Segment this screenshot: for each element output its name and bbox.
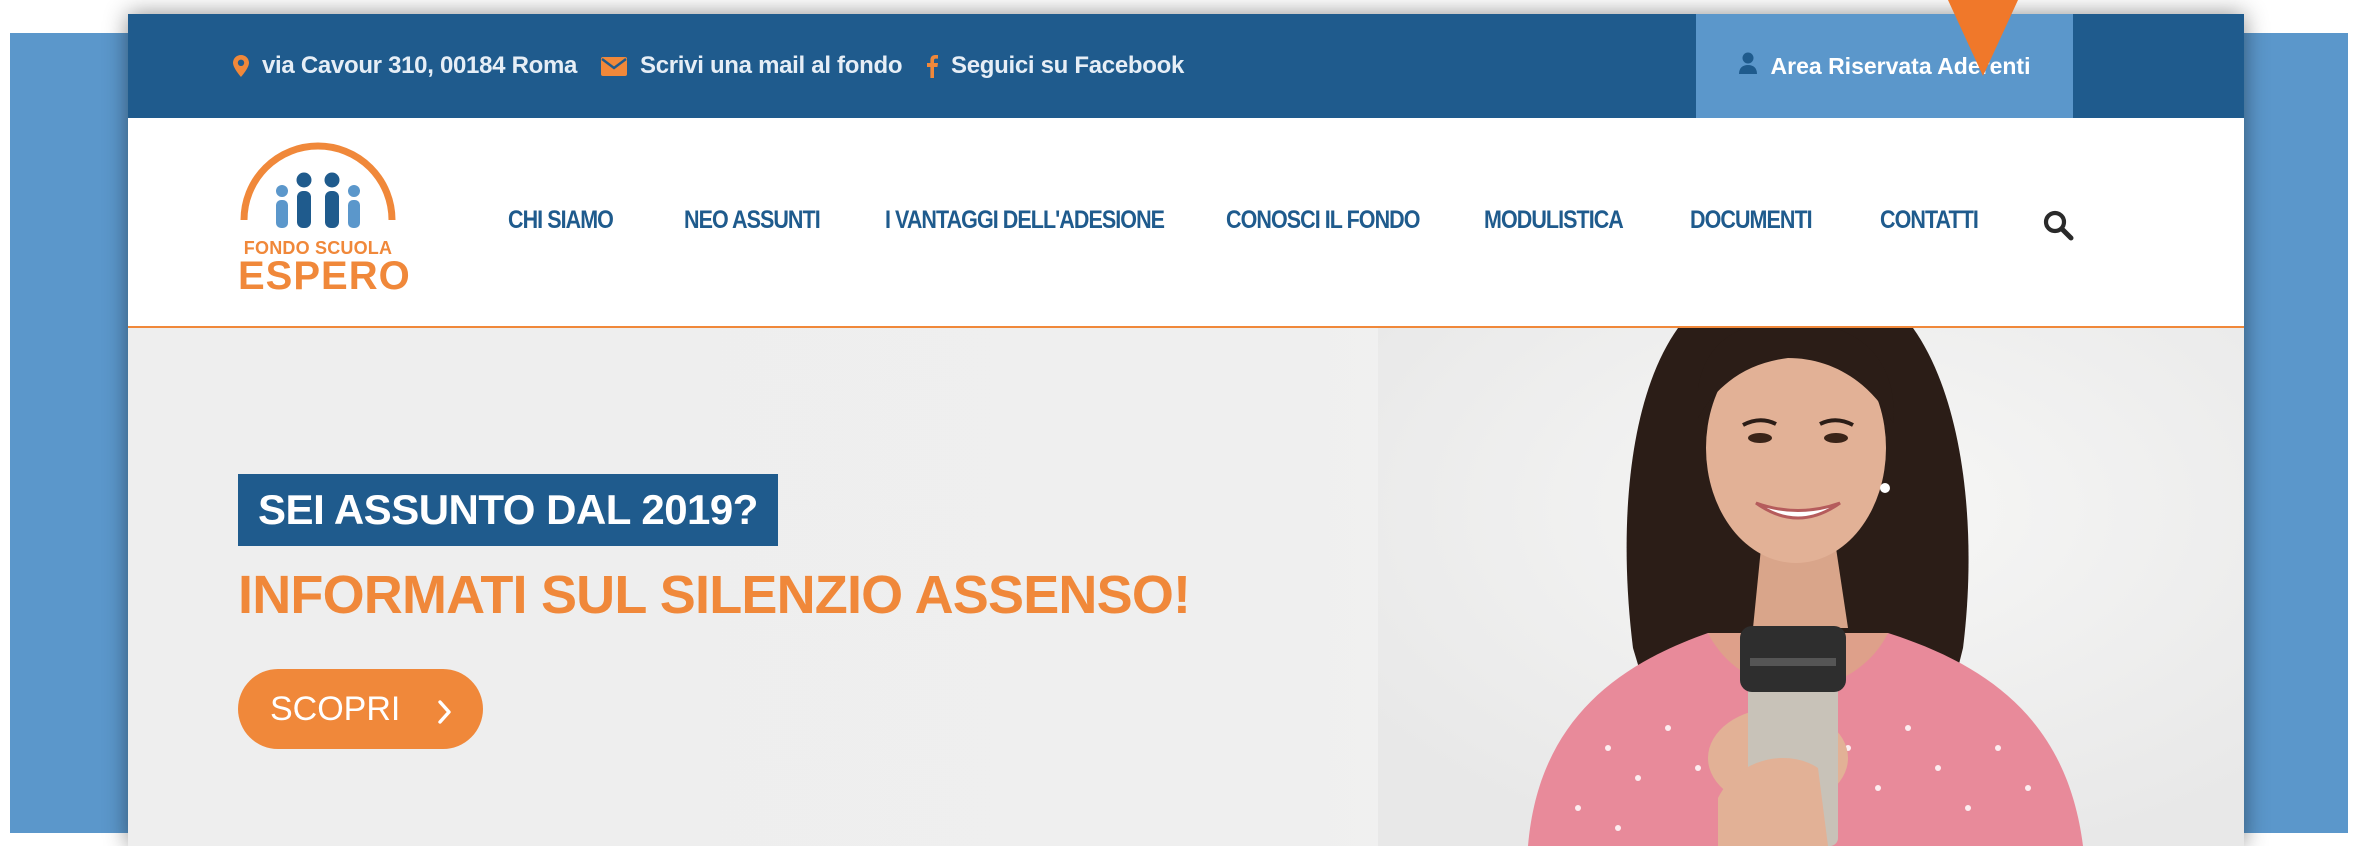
hero-banner: SEI ASSUNTO DAL 2019? INFORMATI SUL SILE…: [128, 328, 2244, 846]
email-link-text: Scrivi una mail al fondo: [640, 52, 903, 79]
hero-tagline: SEI ASSUNTO DAL 2019?: [238, 474, 778, 546]
user-icon: [1738, 52, 1757, 80]
email-link[interactable]: Scrivi una mail al fondo: [601, 14, 903, 118]
cursor-pointer-icon: [1948, 0, 2018, 76]
discover-button[interactable]: SCOPRI: [238, 669, 483, 749]
nav-item-documenti[interactable]: DOCUMENTI: [1690, 206, 1813, 235]
chevron-right-icon: [437, 695, 453, 734]
nav-item-chi-siamo[interactable]: CHI SIAMO: [508, 206, 614, 235]
nav-item-vantaggi-adesione[interactable]: I VANTAGGI DELL'ADESIONE: [885, 206, 1165, 235]
discover-button-label: SCOPRI: [270, 689, 401, 728]
hero-photo-woman: [1378, 328, 2244, 846]
facebook-link-text: Seguici su Facebook: [951, 52, 1185, 79]
main-nav: CHI SIAMO NEO ASSUNTI I VANTAGGI DELL'AD…: [128, 118, 2244, 326]
nav-item-modulistica[interactable]: MODULISTICA: [1484, 206, 1624, 235]
browser-viewport: via Cavour 310, 00184 Roma Scrivi una ma…: [128, 14, 2244, 846]
site-header: FONDO SCUOLA ESPERO CHI SIAMO NEO ASSUNT…: [128, 118, 2244, 328]
hero-title: INFORMATI SUL SILENZIO ASSENSO!: [238, 565, 1191, 625]
nav-item-contatti[interactable]: CONTATTI: [1880, 206, 1979, 235]
nav-item-conosci-il-fondo[interactable]: CONOSCI IL FONDO: [1226, 206, 1420, 235]
envelope-icon: [601, 56, 627, 76]
facebook-link[interactable]: Seguici su Facebook: [926, 14, 1184, 118]
address-item: via Cavour 310, 00184 Roma: [233, 14, 577, 118]
facebook-icon: [926, 54, 938, 78]
search-icon[interactable]: [2042, 209, 2074, 241]
nav-item-neo-assunti[interactable]: NEO ASSUNTI: [684, 206, 821, 235]
address-text: via Cavour 310, 00184 Roma: [262, 52, 578, 79]
map-pin-icon: [233, 55, 249, 77]
top-bar: via Cavour 310, 00184 Roma Scrivi una ma…: [128, 14, 2244, 118]
